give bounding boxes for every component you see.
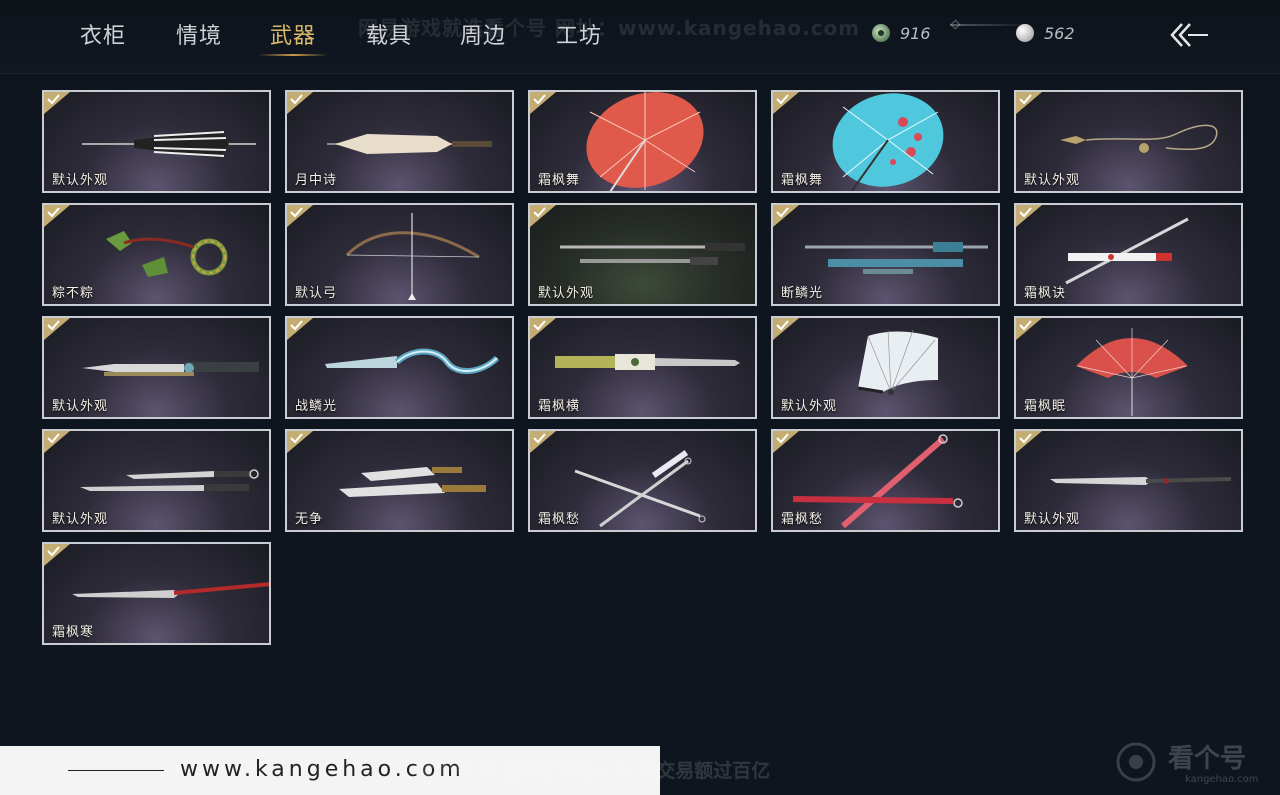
weapon-card[interactable]: 断鳞光 [771, 203, 1000, 306]
weapon-name: 霜枫寒 [52, 625, 95, 640]
weapon-name: 战鳞光 [295, 399, 338, 414]
weapon-name: 粽不粽 [52, 286, 95, 301]
weapon-name: 默认外观 [1024, 173, 1081, 188]
tab-wardrobe[interactable]: 衣柜 [80, 18, 126, 52]
weapon-name: 默认外观 [52, 512, 109, 527]
weapon-name: 霜枫眠 [1024, 399, 1067, 414]
weapon-name: 断鳞光 [781, 286, 824, 301]
silver-currency: 562 [1016, 22, 1075, 44]
tab-weapons[interactable]: 武器 [257, 18, 329, 56]
silver-currency-value: 562 [1044, 23, 1075, 43]
weapon-card[interactable]: 默认外观 [42, 90, 271, 193]
weapon-card[interactable]: 月中诗 [285, 90, 514, 193]
weapon-name: 霜枫愁 [781, 512, 824, 527]
weapon-card[interactable]: 霜枫舞 [528, 90, 757, 193]
top-nav-bar: 网易游戏就选看个号 网址：www.kangehao.com 衣柜 情境 武器 载… [0, 0, 1280, 74]
jade-currency: 916 [872, 22, 931, 44]
weapon-name: 无争 [295, 512, 324, 527]
weapon-name: 霜枫舞 [538, 173, 581, 188]
weapon-card[interactable]: 无争 [285, 429, 514, 532]
back-arrow-icon [1170, 23, 1208, 47]
weapon-card[interactable]: 霜枫愁 [528, 429, 757, 532]
weapon-card[interactable]: 霜枫寒 [42, 542, 271, 645]
weapon-card[interactable]: 霜枫横 [528, 316, 757, 419]
weapon-name: 默认外观 [781, 399, 838, 414]
weapon-card[interactable]: 霜枫愁 [771, 429, 1000, 532]
footer-slogan: 看个号 专业网易游戏八年 年交易额过百亿 [415, 760, 771, 782]
weapon-card[interactable]: 默认外观 [42, 316, 271, 419]
jade-currency-value: 916 [900, 23, 931, 43]
tab-workshop[interactable]: 工坊 [556, 18, 602, 52]
tab-vehicles[interactable]: 载具 [366, 18, 412, 52]
weapon-name: 默认外观 [538, 286, 595, 301]
weapon-card[interactable]: 默认弓 [285, 203, 514, 306]
weapon-card[interactable]: 战鳞光 [285, 316, 514, 419]
weapon-name: 月中诗 [295, 173, 338, 188]
weapon-card[interactable]: 默认外观 [1014, 429, 1243, 532]
brand-name: 看个号 [1168, 744, 1247, 774]
weapon-card[interactable]: 默认外观 [42, 429, 271, 532]
silver-coin-icon [1016, 24, 1034, 42]
weapon-card[interactable]: 霜枫眠 [1014, 316, 1243, 419]
tab-peripherals[interactable]: 周边 [460, 18, 506, 52]
weapon-card[interactable]: 默认外观 [528, 203, 757, 306]
weapon-name: 默认外观 [52, 399, 109, 414]
footer-divider [68, 770, 164, 771]
weapon-name: 霜枫舞 [781, 173, 824, 188]
back-button[interactable] [1166, 18, 1210, 52]
weapon-card[interactable]: 默认外观 [771, 316, 1000, 419]
weapon-card[interactable]: 霜枫舞 [771, 90, 1000, 193]
weapon-name: 默认外观 [1024, 512, 1081, 527]
weapon-name: 霜枫愁 [538, 512, 581, 527]
weapon-name: 霜枫诀 [1024, 286, 1067, 301]
weapon-card[interactable]: 粽不粽 [42, 203, 271, 306]
weapon-name: 默认外观 [52, 173, 109, 188]
weapon-name: 默认弓 [295, 286, 338, 301]
tab-scene[interactable]: 情境 [176, 18, 222, 52]
weapon-name: 霜枫横 [538, 399, 581, 414]
weapon-card[interactable]: 默认外观 [1014, 90, 1243, 193]
weapon-card[interactable]: 霜枫诀 [1014, 203, 1243, 306]
brand-subtitle: kangehao.com [1185, 774, 1259, 785]
jade-coin-icon [872, 24, 890, 42]
watermark-text: 网易游戏就选看个号 网址：www.kangehao.com [358, 16, 861, 40]
